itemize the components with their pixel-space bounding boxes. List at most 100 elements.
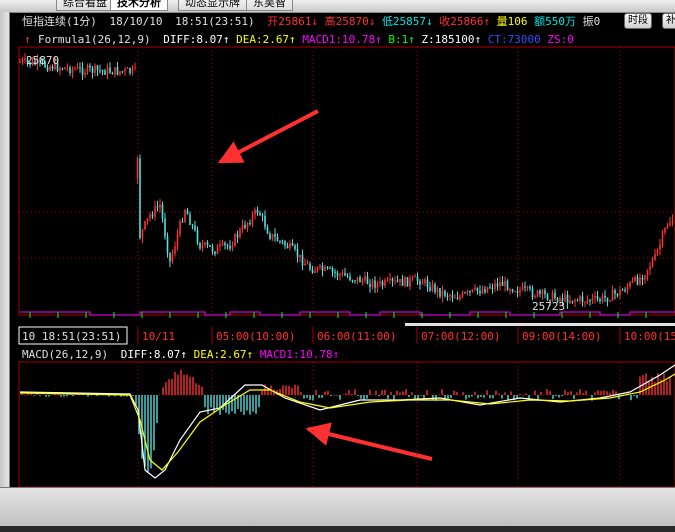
candle-body: [624, 290, 626, 292]
candle-body: [579, 296, 581, 301]
candle-body: [316, 266, 319, 271]
candle-body: [124, 68, 126, 72]
candle-body: [641, 277, 644, 280]
candle-body: [179, 221, 181, 235]
candle-body: [284, 241, 286, 246]
candle-body: [306, 263, 309, 265]
candle-body: [216, 246, 219, 255]
time-label: 10/11: [142, 330, 175, 343]
candle-body: [104, 70, 106, 75]
candle-body: [131, 67, 134, 73]
instrument-name: 恒指连续(1分): [22, 14, 97, 28]
candle-body: [76, 67, 79, 69]
time-label: 10:00(15:00): [624, 330, 675, 343]
candle-body: [661, 232, 664, 245]
candle-body: [211, 246, 214, 252]
candle-body: [444, 290, 446, 296]
candle-body: [526, 286, 529, 288]
candle-body: [611, 290, 614, 301]
macd-grid: [19, 362, 675, 487]
formula-item-0: DIFF:8.07↑: [163, 33, 236, 46]
formula-item-6: ZS:0: [547, 33, 574, 46]
candle-body: [304, 263, 306, 266]
candle-body: [349, 276, 351, 281]
candle-body: [226, 245, 229, 247]
candle-body: [171, 253, 174, 262]
candle-body: [466, 291, 469, 293]
candle-body: [631, 280, 634, 283]
candle-body: [64, 67, 66, 70]
candle-body: [91, 67, 94, 73]
chart-area[interactable]: 恒指连续(1分) 18/10/10 18:51(23:51) 开25861↓ 高…: [0, 0, 675, 487]
candle-body: [176, 234, 179, 247]
candle-body: [529, 286, 531, 289]
candle-body: [534, 296, 536, 298]
candle-body: [186, 209, 189, 215]
candle-body: [366, 276, 369, 284]
candle-body: [69, 67, 71, 74]
candle-body: [136, 158, 139, 179]
candle-body: [139, 158, 141, 239]
candle-body: [646, 269, 649, 276]
candle-body: [129, 68, 131, 73]
horizontal-scrollbar[interactable]: [405, 323, 675, 326]
header-time: 18:51(23:51): [175, 15, 254, 28]
candle-body: [244, 224, 246, 228]
candle-body: [231, 246, 234, 249]
candle-body: [506, 280, 509, 291]
candle-body: [591, 297, 594, 301]
candle-body: [96, 65, 99, 71]
candle-body: [361, 280, 364, 283]
macd-panel-frame: [18, 361, 675, 487]
candle-body: [266, 227, 269, 234]
status-bar: [0, 487, 675, 532]
candle-body: [274, 234, 276, 237]
candle-body: [19, 61, 21, 63]
candle-body: [541, 290, 544, 294]
formula-arrow-icon: ↑: [24, 33, 31, 46]
time-period-button[interactable]: 时段: [624, 13, 652, 29]
candle-body: [421, 283, 424, 285]
candle-body: [566, 294, 569, 304]
formula-line: Formula1(26,12,9) DIFF:8.07↑ DEA:2.67↑ M…: [38, 33, 574, 46]
candle-body: [594, 295, 596, 298]
candle-body: [669, 222, 671, 226]
candle-body: [511, 289, 514, 292]
candle-body: [524, 286, 526, 288]
macd-item-0: DIFF:8.07↑: [121, 348, 194, 361]
candle-body: [659, 244, 661, 250]
candle-body: [431, 284, 434, 291]
quote-2: 低25857↓: [382, 15, 439, 28]
candle-body: [486, 287, 489, 293]
candle-body: [509, 289, 511, 291]
candle-body: [46, 67, 49, 71]
macd-values: DIFF:8.07↑ DEA:2.67↑ MACD1:10.78↑: [121, 348, 340, 361]
candle-body: [189, 214, 191, 225]
time-label: 06:00(11:00): [317, 330, 396, 343]
candle-body: [396, 280, 399, 282]
candle-body: [636, 276, 639, 285]
candle-body: [414, 276, 416, 278]
candle-body: [436, 287, 439, 292]
candle-body: [616, 293, 619, 296]
formula-values: DIFF:8.07↑ DEA:2.67↑ MACD1:10.78↑ B:1↑ Z…: [163, 33, 574, 46]
candle-body: [574, 300, 576, 302]
candle-body: [481, 289, 484, 294]
candle-body: [241, 224, 244, 230]
candle-body: [344, 272, 346, 276]
candle-body: [651, 259, 654, 267]
candle-body: [429, 287, 431, 291]
candle-body: [399, 278, 401, 282]
time-cursor-label: 10 18:51(23:51): [22, 330, 121, 343]
candle-body: [419, 280, 421, 285]
candle-body: [649, 266, 651, 270]
candle-body: [309, 263, 311, 270]
candle-body: [469, 291, 471, 293]
candle-body: [89, 65, 91, 68]
candle-body: [371, 280, 374, 288]
extra-button[interactable]: 补: [662, 13, 675, 29]
candle-body: [261, 215, 264, 217]
candle-body: [581, 296, 584, 303]
candle-body: [291, 243, 294, 246]
macd-item-2: MACD1:10.78↑: [260, 348, 339, 361]
